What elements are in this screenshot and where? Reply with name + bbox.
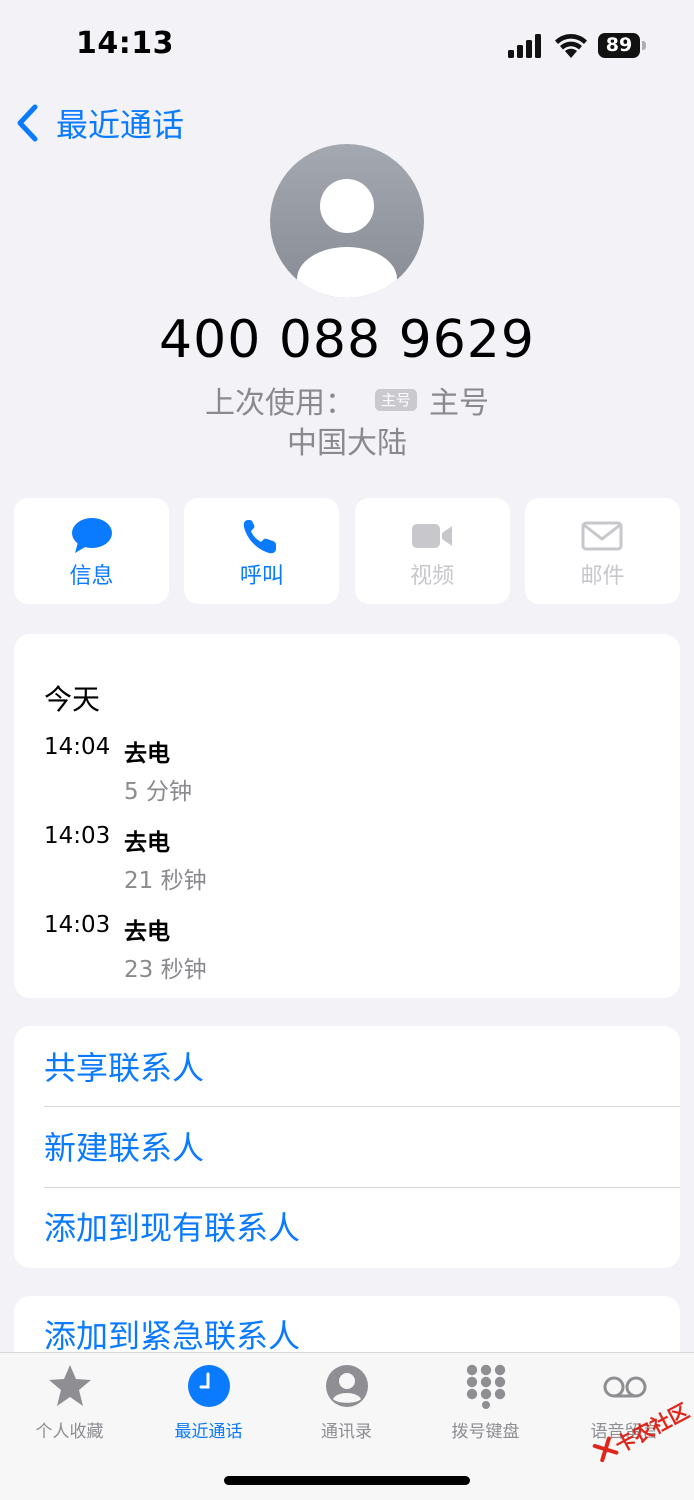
- call-type: 去电: [124, 919, 170, 945]
- region: 中国大陆: [287, 426, 407, 461]
- battery-icon: 89: [598, 33, 646, 58]
- last-used-label: 上次使用：: [204, 386, 355, 421]
- phone-number: 400 088 9629: [159, 310, 535, 370]
- envelope-icon: [581, 521, 623, 551]
- star-icon: [48, 1365, 91, 1406]
- call-time: 14:03: [44, 912, 111, 938]
- tab-label: 个人收藏: [35, 1422, 104, 1442]
- call-time: 14:03: [44, 823, 111, 849]
- message-label: 信息: [69, 564, 114, 589]
- call-label: 呼叫: [239, 564, 284, 589]
- video-label: 视频: [410, 564, 455, 589]
- person-circle-icon: [325, 1365, 368, 1407]
- wifi-icon: [555, 34, 587, 58]
- back-button[interactable]: 最近通话: [14, 100, 184, 146]
- mail-button[interactable]: 邮件: [524, 498, 680, 604]
- video-camera-icon: [412, 524, 453, 548]
- message-button[interactable]: 信息: [14, 498, 169, 604]
- tab-label: 最近通话: [174, 1422, 243, 1442]
- share-contact-button[interactable]: 共享联系人: [44, 1028, 680, 1108]
- status-time: 14:13: [76, 26, 174, 61]
- phone-icon: [243, 520, 276, 554]
- home-indicator[interactable]: [224, 1476, 470, 1485]
- history-date: 今天: [44, 683, 101, 716]
- tab-recents[interactable]: 最近通话: [139, 1363, 278, 1449]
- cellular-signal-icon: [508, 34, 541, 58]
- person-icon: [297, 179, 397, 298]
- tab-keypad[interactable]: 拨号键盘: [416, 1363, 555, 1449]
- back-label: 最近通话: [56, 106, 185, 144]
- tab-favorites[interactable]: 个人收藏: [0, 1363, 139, 1449]
- contact-options-card: 共享联系人 新建联系人 添加到现有联系人: [14, 1026, 680, 1268]
- battery-level: 89: [598, 33, 640, 58]
- call-duration: 5 分钟: [124, 779, 192, 805]
- call-history-card: 今天 14:04 去电 5 分钟 14:03 去电 21 秒钟 14:03 去电…: [14, 634, 680, 998]
- call-row: 14:04 去电 5 分钟: [44, 734, 664, 814]
- tab-contacts[interactable]: 通讯录: [277, 1363, 416, 1449]
- chevron-left-icon: [17, 104, 38, 142]
- tab-label: 拨号键盘: [451, 1422, 520, 1442]
- phone-screen: 14:13 89 最近通话 400 088 9629 上次使用： 主号 主号 中…: [0, 0, 694, 1500]
- call-type: 去电: [124, 830, 170, 856]
- battery-cap: [642, 41, 646, 50]
- status-bar: 14:13 89: [0, 0, 694, 90]
- call-button[interactable]: 呼叫: [184, 498, 340, 604]
- call-row: 14:03 去电 21 秒钟: [44, 823, 664, 903]
- mail-label: 邮件: [580, 564, 625, 589]
- sim-badge: 主号: [374, 389, 417, 411]
- call-duration: 21 秒钟: [124, 868, 207, 894]
- tab-label: 通讯录: [321, 1422, 372, 1442]
- call-duration: 23 秒钟: [124, 957, 207, 983]
- call-type: 去电: [124, 741, 170, 767]
- create-contact-button[interactable]: 新建联系人: [44, 1108, 680, 1188]
- last-used-line: 上次使用： 主号 主号: [0, 378, 694, 422]
- call-row: 14:03 去电 23 秒钟: [44, 912, 664, 992]
- add-to-existing-contact-button[interactable]: 添加到现有联系人: [44, 1188, 680, 1268]
- video-button[interactable]: 视频: [354, 498, 510, 604]
- contact-avatar: [270, 144, 424, 298]
- divider: [44, 1106, 680, 1107]
- keypad-icon: [466, 1364, 505, 1409]
- action-buttons: 信息 呼叫 视频 邮件: [14, 498, 680, 606]
- call-time: 14:04: [44, 734, 111, 760]
- clock-icon: [187, 1365, 230, 1407]
- message-bubble-icon: [71, 518, 112, 553]
- sim-name: 主号: [429, 386, 489, 421]
- voicemail-icon: [603, 1376, 646, 1398]
